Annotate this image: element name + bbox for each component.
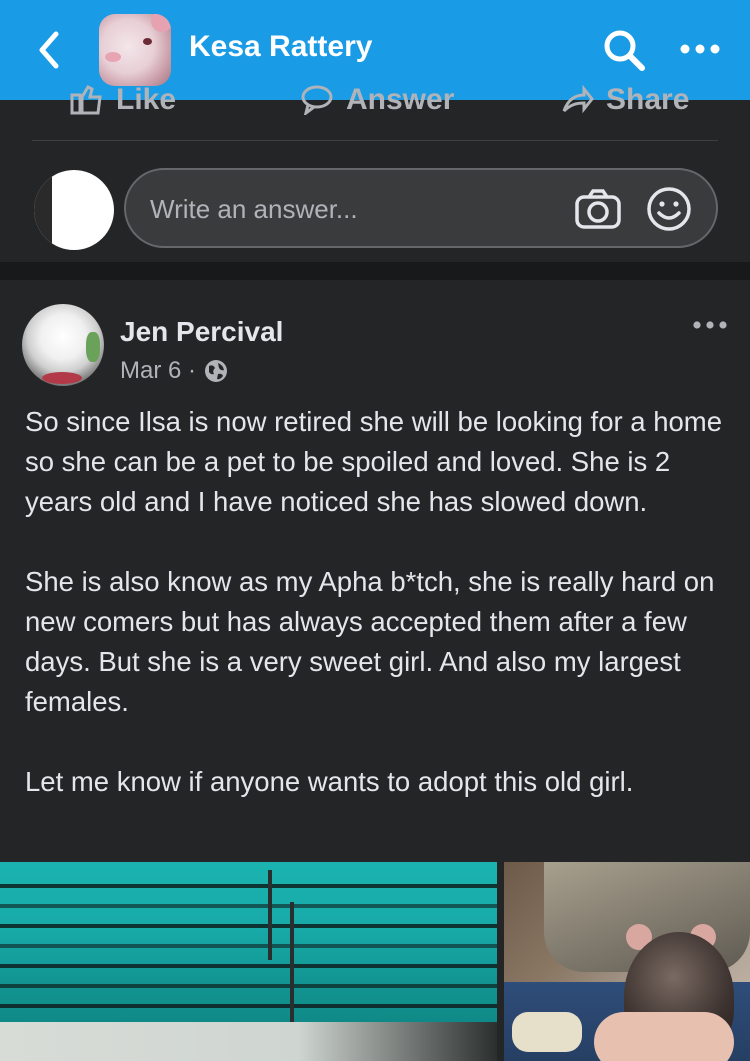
post-paragraph: She is also know as my Apha b*tch, she i…: [25, 566, 715, 717]
like-button[interactable]: Like: [70, 82, 176, 118]
answer-input[interactable]: Write an answer...: [124, 168, 718, 248]
thumbs-up-icon: [70, 85, 102, 115]
post-paragraph: So since Ilsa is now retired she will be…: [25, 406, 723, 517]
post-photo-cage[interactable]: [0, 862, 497, 1061]
search-icon[interactable]: [600, 26, 648, 74]
section-separator: [0, 262, 750, 280]
smile-icon[interactable]: [646, 186, 692, 232]
answer-placeholder: Write an answer...: [150, 194, 358, 224]
group-name[interactable]: Kesa Rattery: [189, 30, 372, 64]
post-body: So since Ilsa is now retired she will be…: [25, 402, 725, 802]
post-date[interactable]: Mar 6 ·: [120, 357, 196, 385]
like-label: Like: [116, 83, 177, 116]
comment-bubble-icon: [301, 85, 333, 115]
answer-button[interactable]: Answer: [300, 82, 454, 118]
post-author[interactable]: Jen Percival: [120, 316, 283, 348]
post-action-row: Like Answer Share: [0, 82, 750, 118]
share-label: Share: [606, 83, 690, 116]
post-more-dots-icon[interactable]: [690, 316, 730, 334]
divider: [32, 140, 718, 141]
current-user-avatar[interactable]: [34, 170, 114, 250]
post-photo-rat[interactable]: [504, 862, 750, 1061]
more-dots-icon[interactable]: [676, 34, 724, 64]
camera-icon[interactable]: [574, 188, 622, 230]
author-avatar[interactable]: [22, 304, 104, 386]
globe-icon: [205, 360, 228, 382]
share-arrow-icon: [562, 85, 594, 114]
answer-label: Answer: [346, 83, 455, 116]
share-button[interactable]: Share: [560, 82, 689, 118]
post-meta: Mar 6 ·: [120, 357, 228, 385]
post-paragraph: Let me know if anyone wants to adopt thi…: [25, 766, 634, 797]
group-avatar[interactable]: [99, 14, 171, 86]
back-chevron-icon[interactable]: [30, 28, 70, 72]
